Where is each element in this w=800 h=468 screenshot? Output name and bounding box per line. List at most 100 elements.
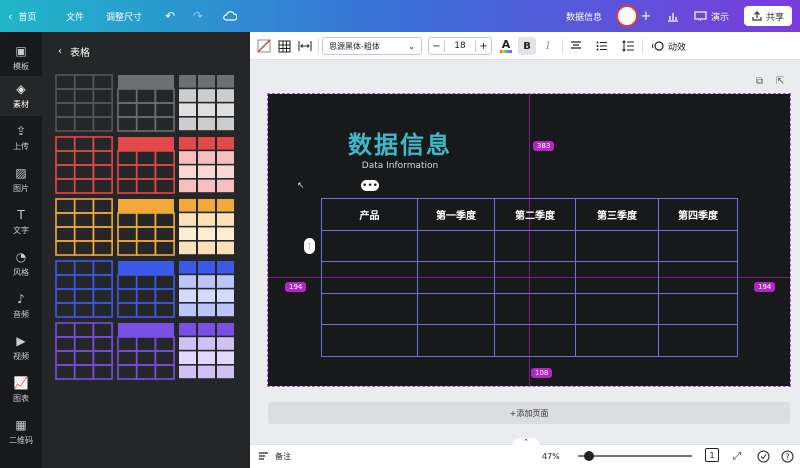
rail-item-qrcode[interactable]: ▦ 二维码 — [0, 412, 42, 452]
rail-item-palette[interactable]: ◔ 风格 — [0, 244, 42, 284]
table-cell[interactable] — [494, 261, 576, 294]
table-header-cell[interactable]: 第三季度 — [575, 198, 659, 231]
table-cell[interactable] — [321, 230, 418, 262]
decrease-size-button[interactable]: − — [429, 40, 445, 52]
table-row — [321, 261, 738, 294]
undo-icon[interactable]: ↶ — [162, 6, 178, 26]
divider — [318, 39, 319, 53]
table-header-cell[interactable]: 第二季度 — [494, 198, 576, 231]
animate-button[interactable]: 动效 — [652, 37, 686, 55]
duplicate-page-icon[interactable]: ⧉ — [756, 76, 763, 87]
file-menu[interactable]: 文件 — [66, 6, 84, 26]
spacing-tag-left: 194 — [285, 282, 307, 292]
data-table[interactable]: 产品 第一季度 第二季度 第三季度 第四季度 — [321, 198, 738, 357]
list-icon[interactable] — [594, 37, 610, 55]
table-cell[interactable] — [575, 261, 659, 294]
notes-button[interactable]: 备注 — [258, 448, 291, 464]
present-button[interactable]: 演示 — [694, 6, 729, 26]
add-collaborator-icon[interactable]: + — [640, 6, 652, 26]
table-cell[interactable] — [494, 293, 576, 325]
table-template-striped[interactable] — [178, 322, 234, 379]
table-cell[interactable] — [658, 324, 738, 357]
line-spacing-icon[interactable] — [620, 37, 636, 55]
table-template-outline[interactable] — [55, 260, 113, 318]
table-header-cell[interactable]: 产品 — [321, 198, 418, 231]
table-cell[interactable] — [658, 230, 738, 262]
rail-item-chart[interactable]: 📈 图表 — [0, 370, 42, 410]
redo-icon[interactable]: ↷ — [190, 6, 206, 26]
cloud-saved-icon[interactable] — [222, 6, 238, 26]
table-template-header[interactable] — [117, 74, 175, 132]
table-cell[interactable] — [321, 261, 418, 294]
font-family-select[interactable]: 思源黑体-粗体 ⌄ — [322, 37, 422, 55]
table-cell[interactable] — [658, 293, 738, 325]
table-template-outline[interactable] — [55, 198, 113, 256]
document-title[interactable]: 数据信息 — [566, 6, 602, 26]
share-button[interactable]: 共享 — [744, 6, 793, 26]
table-template-header[interactable] — [117, 260, 175, 318]
increase-size-button[interactable]: + — [475, 40, 491, 52]
rail-item-music[interactable]: ♪ 音频 — [0, 286, 42, 326]
table-row — [321, 293, 738, 325]
add-page-icon[interactable]: ⇱ — [776, 76, 784, 87]
table-row — [321, 230, 738, 262]
table-cell[interactable] — [417, 324, 495, 357]
rail-item-text[interactable]: T 文字 — [0, 202, 42, 242]
expand-pages-icon[interactable]: ⌃ — [512, 438, 540, 446]
table-cell[interactable] — [417, 261, 495, 294]
align-center-icon[interactable] — [568, 37, 584, 55]
more-options-icon[interactable]: ••• — [361, 180, 379, 191]
font-size-value[interactable]: 18 — [445, 41, 475, 51]
table-cell[interactable] — [658, 261, 738, 294]
rail-item-elements[interactable]: ◈ 素材 — [0, 76, 42, 116]
table-template-striped[interactable] — [178, 74, 234, 131]
table-template-header[interactable] — [117, 322, 175, 380]
cursor-icon: ↖ — [297, 181, 305, 191]
panel-title: 表格 — [70, 48, 90, 59]
analytics-icon[interactable] — [664, 6, 682, 26]
panel-back[interactable]: ‹ 表格 — [58, 44, 90, 59]
fullscreen-icon[interactable]: ⤢ — [730, 448, 744, 464]
page-subtitle[interactable]: Data Information — [0, 161, 800, 171]
table-cell[interactable] — [321, 293, 418, 325]
table-cell[interactable] — [575, 293, 659, 325]
add-page-button[interactable]: +添加页面 — [268, 402, 790, 424]
page-count-button[interactable]: 1 — [705, 448, 719, 462]
no-fill-icon[interactable] — [256, 37, 272, 55]
font-size-stepper[interactable]: − 18 + — [428, 37, 492, 55]
svg-text:?: ? — [785, 452, 789, 461]
zoom-slider-knob[interactable] — [584, 451, 594, 461]
table-template-outline[interactable] — [55, 322, 113, 380]
table-grid-icon[interactable] — [276, 37, 292, 55]
resize-menu[interactable]: 调整尺寸 — [106, 6, 142, 26]
rail-item-template[interactable]: ▣ 模板 — [0, 38, 42, 78]
check-icon[interactable] — [756, 448, 770, 464]
text-color-button[interactable]: A — [498, 37, 514, 55]
column-width-icon[interactable] — [296, 37, 314, 55]
page-title[interactable]: 数据信息 — [0, 125, 800, 160]
chart-icon: 📈 — [13, 376, 29, 390]
table-template-striped[interactable] — [178, 198, 234, 255]
table-header-cell[interactable]: 第一季度 — [417, 198, 495, 231]
table-cell[interactable] — [494, 230, 576, 262]
row-handle-icon[interactable]: ⋮ — [304, 238, 315, 254]
home-link[interactable]: ‹ 首页 — [8, 6, 36, 26]
table-cell[interactable] — [575, 230, 659, 262]
avatar[interactable]: ☺ — [616, 5, 638, 27]
table-cell[interactable] — [417, 230, 495, 262]
elements-icon: ◈ — [16, 82, 26, 96]
table-header-cell[interactable]: 第四季度 — [658, 198, 738, 231]
zoom-value[interactable]: 47% — [542, 448, 560, 464]
table-cell[interactable] — [321, 324, 418, 357]
table-cell[interactable] — [417, 293, 495, 325]
table-template-striped[interactable] — [178, 260, 234, 317]
table-template-outline[interactable] — [55, 74, 113, 132]
table-cell[interactable] — [494, 324, 576, 357]
italic-button[interactable]: I — [540, 37, 556, 55]
help-icon[interactable]: ? — [780, 448, 794, 464]
rail-item-video[interactable]: ▶ 视频 — [0, 328, 42, 368]
table-template-header[interactable] — [117, 198, 175, 256]
table-cell[interactable] — [575, 324, 659, 357]
bold-button[interactable]: B — [518, 37, 536, 55]
zoom-slider-track[interactable] — [578, 455, 692, 457]
